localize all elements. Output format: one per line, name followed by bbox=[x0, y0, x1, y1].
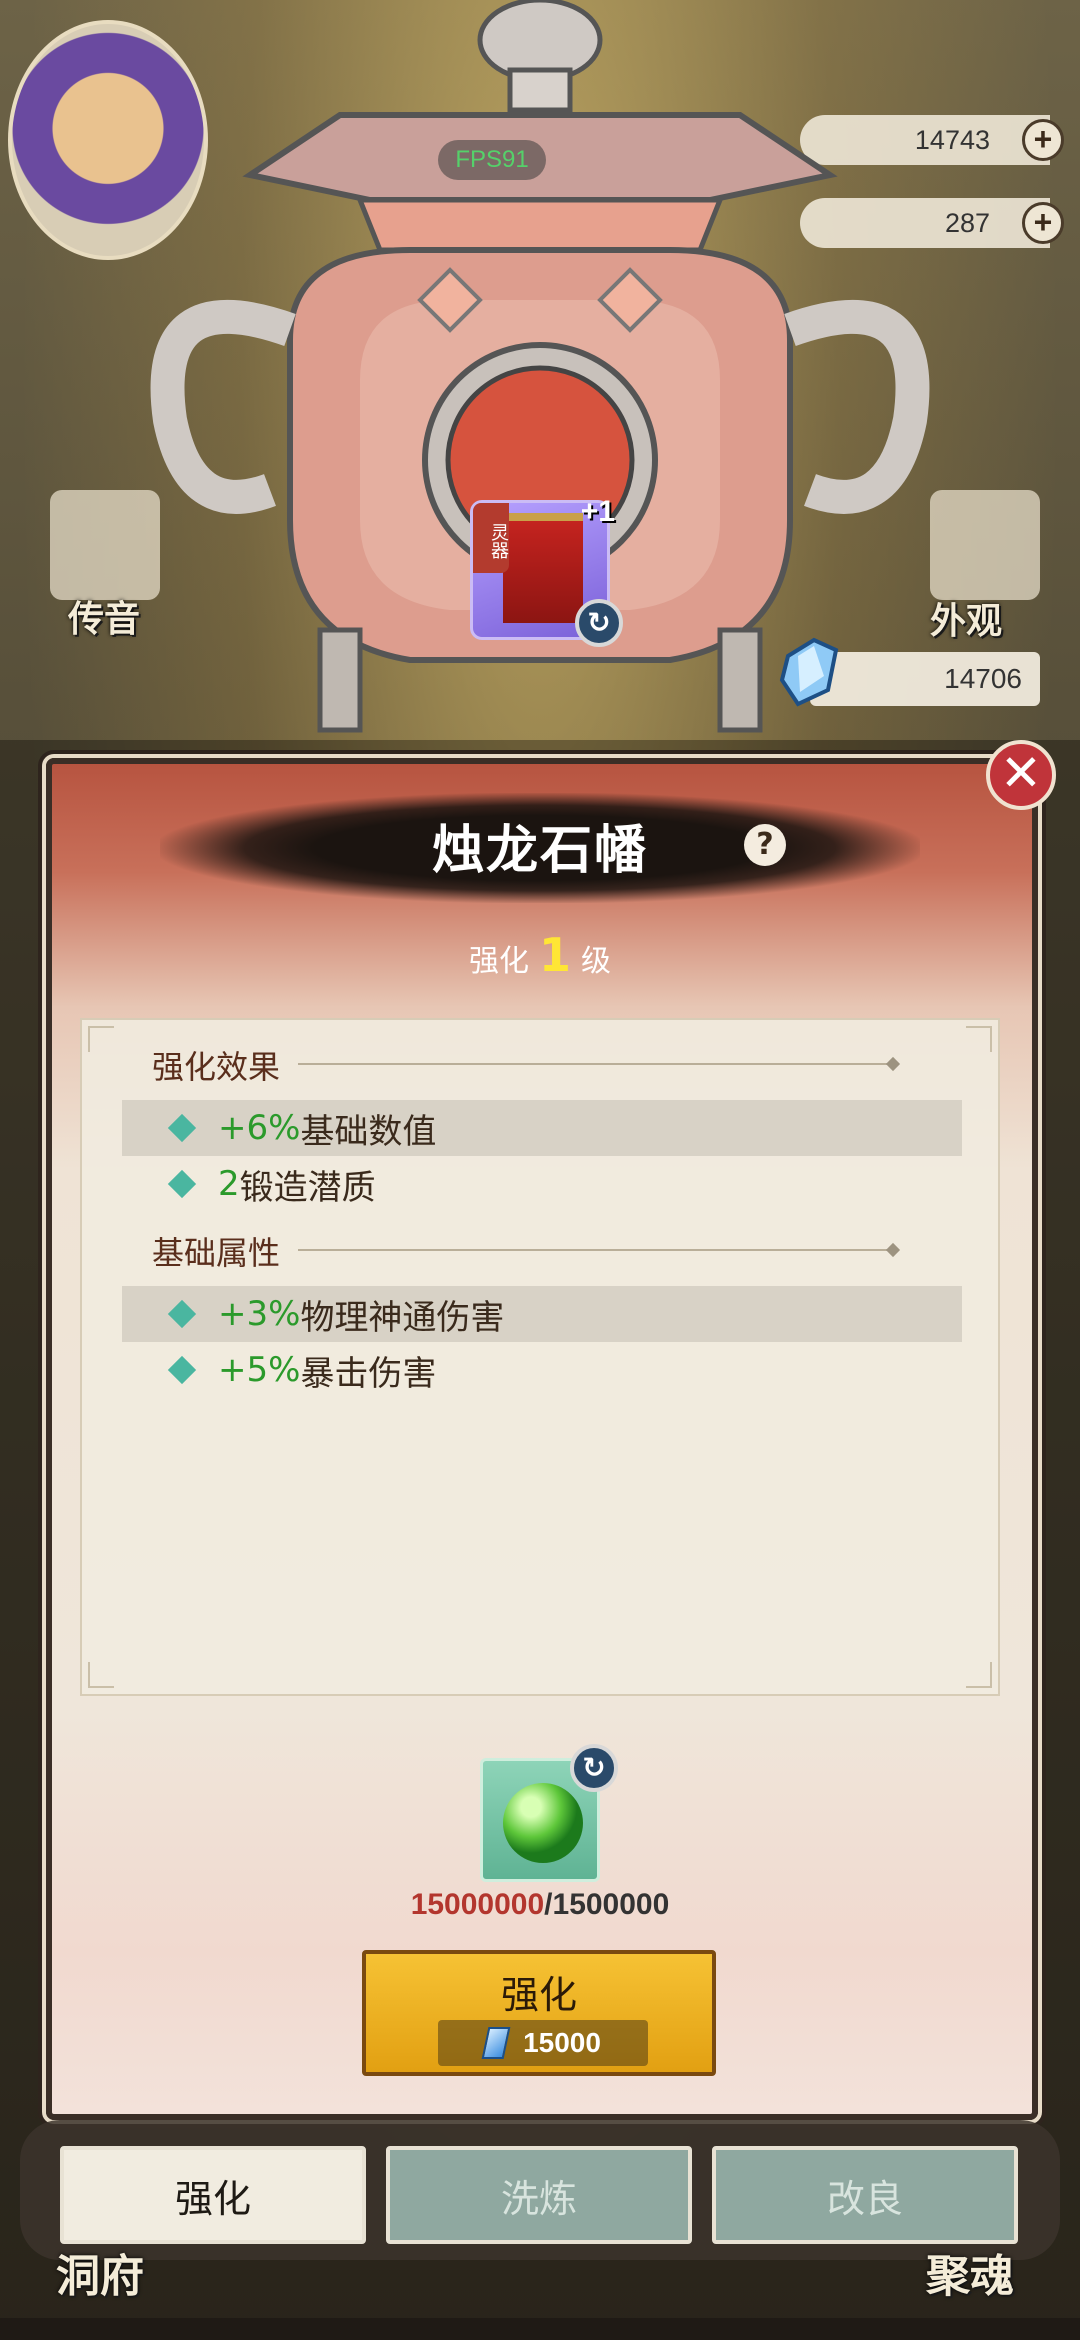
attribute-value: +5% bbox=[218, 1350, 301, 1390]
enhance-button-label: 强化 bbox=[500, 1973, 577, 2017]
close-button[interactable]: ✕ bbox=[986, 740, 1056, 810]
effect-value: +6% bbox=[218, 1108, 301, 1148]
section-divider bbox=[298, 1249, 898, 1251]
level-value: 1 bbox=[538, 928, 571, 982]
enhance-level: 强化 1 级 bbox=[340, 928, 740, 982]
enhance-cost-value: 15000 bbox=[523, 2027, 601, 2058]
tab-enhance[interactable]: 强化 bbox=[60, 2146, 366, 2244]
tab-refine-label: 洗炼 bbox=[500, 2176, 577, 2221]
section-title-enhance-effect: 强化效果 bbox=[152, 1048, 281, 1086]
effect-value: 2 bbox=[218, 1164, 240, 1204]
section-divider bbox=[298, 1063, 898, 1065]
item-level-badge: +1 bbox=[580, 495, 615, 528]
green-jade-orb-icon bbox=[503, 1783, 583, 1863]
fps-counter: FPS91 bbox=[438, 140, 546, 180]
effect-text: 锻造潜质 bbox=[239, 1167, 376, 1208]
corner-ornament bbox=[88, 1026, 114, 1052]
crystal-icon bbox=[481, 2027, 511, 2059]
bullet-diamond-icon bbox=[167, 1113, 197, 1143]
corner-ornament bbox=[966, 1026, 992, 1052]
effect-row: 2 锻造潜质 bbox=[122, 1156, 962, 1212]
nav-label-cave[interactable]: 洞府 bbox=[56, 2240, 144, 2304]
bottom-strip bbox=[0, 2318, 1080, 2340]
crystal-amount: 14706 bbox=[944, 663, 1022, 694]
add-resource-top-button[interactable]: + bbox=[1022, 119, 1064, 161]
effect-row: +6% 基础数值 bbox=[122, 1100, 962, 1156]
bullet-diamond-icon bbox=[167, 1355, 197, 1385]
level-suffix: 级 bbox=[581, 944, 611, 979]
attribute-text: 暴击伤害 bbox=[300, 1353, 437, 1394]
material-owned: 15000000 bbox=[410, 1888, 545, 1921]
section-divider-end bbox=[885, 1056, 901, 1072]
dragon-banner-icon bbox=[503, 513, 583, 623]
equipped-item-card[interactable]: 灵器 +1 ↻ bbox=[470, 495, 623, 647]
item-title: 烛龙石幡 bbox=[431, 821, 648, 881]
section-title-base-attributes: 基础属性 bbox=[152, 1234, 281, 1272]
material-required: /1500000 bbox=[544, 1888, 670, 1921]
attribute-row: +5% 暴击伤害 bbox=[122, 1342, 962, 1398]
attributes-box: 强化效果 +6% 基础数值 2 锻造潜质 基础属性 +3% 物理神通伤害 +5%… bbox=[80, 1018, 1000, 1696]
tab-refine[interactable]: 洗炼 bbox=[386, 2146, 692, 2244]
corner-ornament bbox=[88, 1662, 114, 1688]
material-count: 15000000/1500000 bbox=[340, 1888, 740, 1922]
corner-ornament bbox=[966, 1662, 992, 1688]
effect-text: 基础数值 bbox=[300, 1111, 437, 1152]
bullet-diamond-icon bbox=[167, 1299, 197, 1329]
level-prefix: 强化 bbox=[468, 944, 529, 979]
item-type-tag: 灵器 bbox=[473, 503, 509, 573]
help-button[interactable]: ? bbox=[744, 824, 786, 866]
enhance-cost: 15000 bbox=[438, 2020, 648, 2066]
add-resource-second-button[interactable]: + bbox=[1022, 202, 1064, 244]
attribute-row: +3% 物理神通伤害 bbox=[122, 1286, 962, 1342]
crystal-resource-bar: 14706 bbox=[810, 652, 1040, 706]
enhance-button[interactable]: 强化 15000 bbox=[362, 1950, 716, 2076]
swap-item-icon[interactable]: ↻ bbox=[575, 599, 623, 647]
attribute-text: 物理神通伤害 bbox=[300, 1297, 505, 1338]
nav-label-soul[interactable]: 聚魂 bbox=[926, 2240, 1014, 2304]
swap-material-icon[interactable]: ↻ bbox=[570, 1744, 618, 1792]
tab-improve[interactable]: 改良 bbox=[712, 2146, 1018, 2244]
section-divider-end bbox=[885, 1242, 901, 1258]
tab-improve-label: 改良 bbox=[826, 2176, 903, 2221]
crystal-icon bbox=[779, 637, 839, 707]
tab-enhance-label: 强化 bbox=[174, 2176, 251, 2221]
attribute-value: +3% bbox=[218, 1294, 301, 1334]
bullet-diamond-icon bbox=[167, 1169, 197, 1199]
